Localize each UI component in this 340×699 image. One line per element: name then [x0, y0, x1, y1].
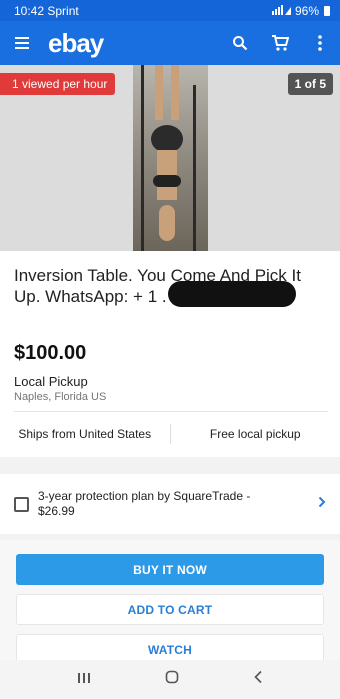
home-icon[interactable] [165, 670, 179, 689]
ships-from: Ships from United States [18, 427, 152, 441]
recents-icon[interactable] [77, 671, 91, 689]
ebay-logo[interactable]: ebay [48, 28, 104, 59]
cart-icon[interactable] [260, 21, 300, 65]
item-details: Inversion Table. You Come And Pick It Up… [0, 251, 340, 457]
more-vert-icon[interactable] [300, 21, 340, 65]
free-pickup: Free local pickup [209, 427, 301, 441]
image-gallery[interactable]: 1 viewed per hour 1 of 5 [0, 65, 340, 251]
product-photo[interactable] [133, 65, 208, 251]
pickup-location: Naples, Florida US [14, 391, 107, 403]
signal-icon [271, 4, 292, 18]
back-icon[interactable] [253, 670, 263, 689]
battery-percent: 96% [294, 3, 319, 18]
search-icon[interactable] [220, 21, 260, 65]
shipping-row: Ships from United States Free local pick… [0, 414, 340, 454]
item-price: $100.00 [14, 342, 87, 364]
add-to-cart-button[interactable]: ADD TO CART [16, 594, 324, 625]
app-bar: ebay [0, 21, 340, 65]
image-counter: 1 of 5 [287, 73, 333, 95]
views-badge: 1 viewed per hour [0, 73, 116, 95]
protection-label: 3-year protection plan by SquareTrade - … [38, 489, 251, 518]
action-buttons: BUY IT NOW ADD TO CART WATCH [0, 540, 340, 665]
status-bar: 10:42 Sprint 96% [0, 0, 340, 21]
redaction-mark [168, 281, 296, 307]
system-nav-bar [0, 660, 340, 699]
divider [14, 411, 328, 412]
chevron-right-icon[interactable] [318, 495, 326, 513]
protection-checkbox[interactable] [14, 496, 29, 512]
protection-plan-row[interactable]: 3-year protection plan by SquareTrade - … [0, 474, 340, 534]
status-time: 10:42 [14, 3, 45, 18]
status-carrier: Sprint [47, 3, 79, 18]
battery-icon [324, 5, 330, 16]
menu-icon[interactable] [0, 21, 44, 65]
pickup-label: Local Pickup [14, 374, 88, 389]
buy-it-now-button[interactable]: BUY IT NOW [16, 554, 324, 585]
